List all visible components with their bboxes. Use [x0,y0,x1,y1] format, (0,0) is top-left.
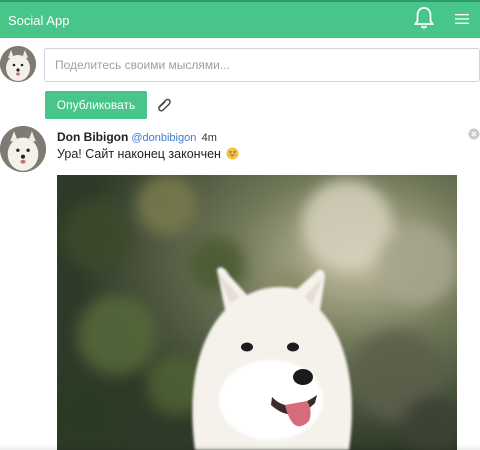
composer-avatar [0,46,36,82]
publish-button[interactable]: Опубликовать [45,91,147,119]
post-text: Ура! Сайт наконец закончен [57,147,239,161]
bell-icon[interactable] [413,6,435,30]
grinning-face-icon [226,147,239,160]
paperclip-icon[interactable] [156,98,172,112]
app-title[interactable]: Social App [8,13,472,28]
post-author-name[interactable]: Don Bibigon [57,130,128,144]
post-author-avatar[interactable] [0,126,46,172]
bottom-edge-shadow [0,444,480,450]
post-header: Don Bibigon @donbibigon 4m [57,130,217,144]
post-text-content: Ура! Сайт наконец закончен [57,147,221,161]
post-author-handle[interactable]: @donbibigon [131,132,196,144]
hamburger-menu-icon[interactable] [455,13,469,25]
white-dog-photo[interactable] [57,175,457,450]
post-timestamp: 4m [201,132,217,144]
composer-input[interactable] [44,48,480,82]
close-circle-icon[interactable] [468,128,480,140]
top-navbar: Social App [0,0,480,38]
